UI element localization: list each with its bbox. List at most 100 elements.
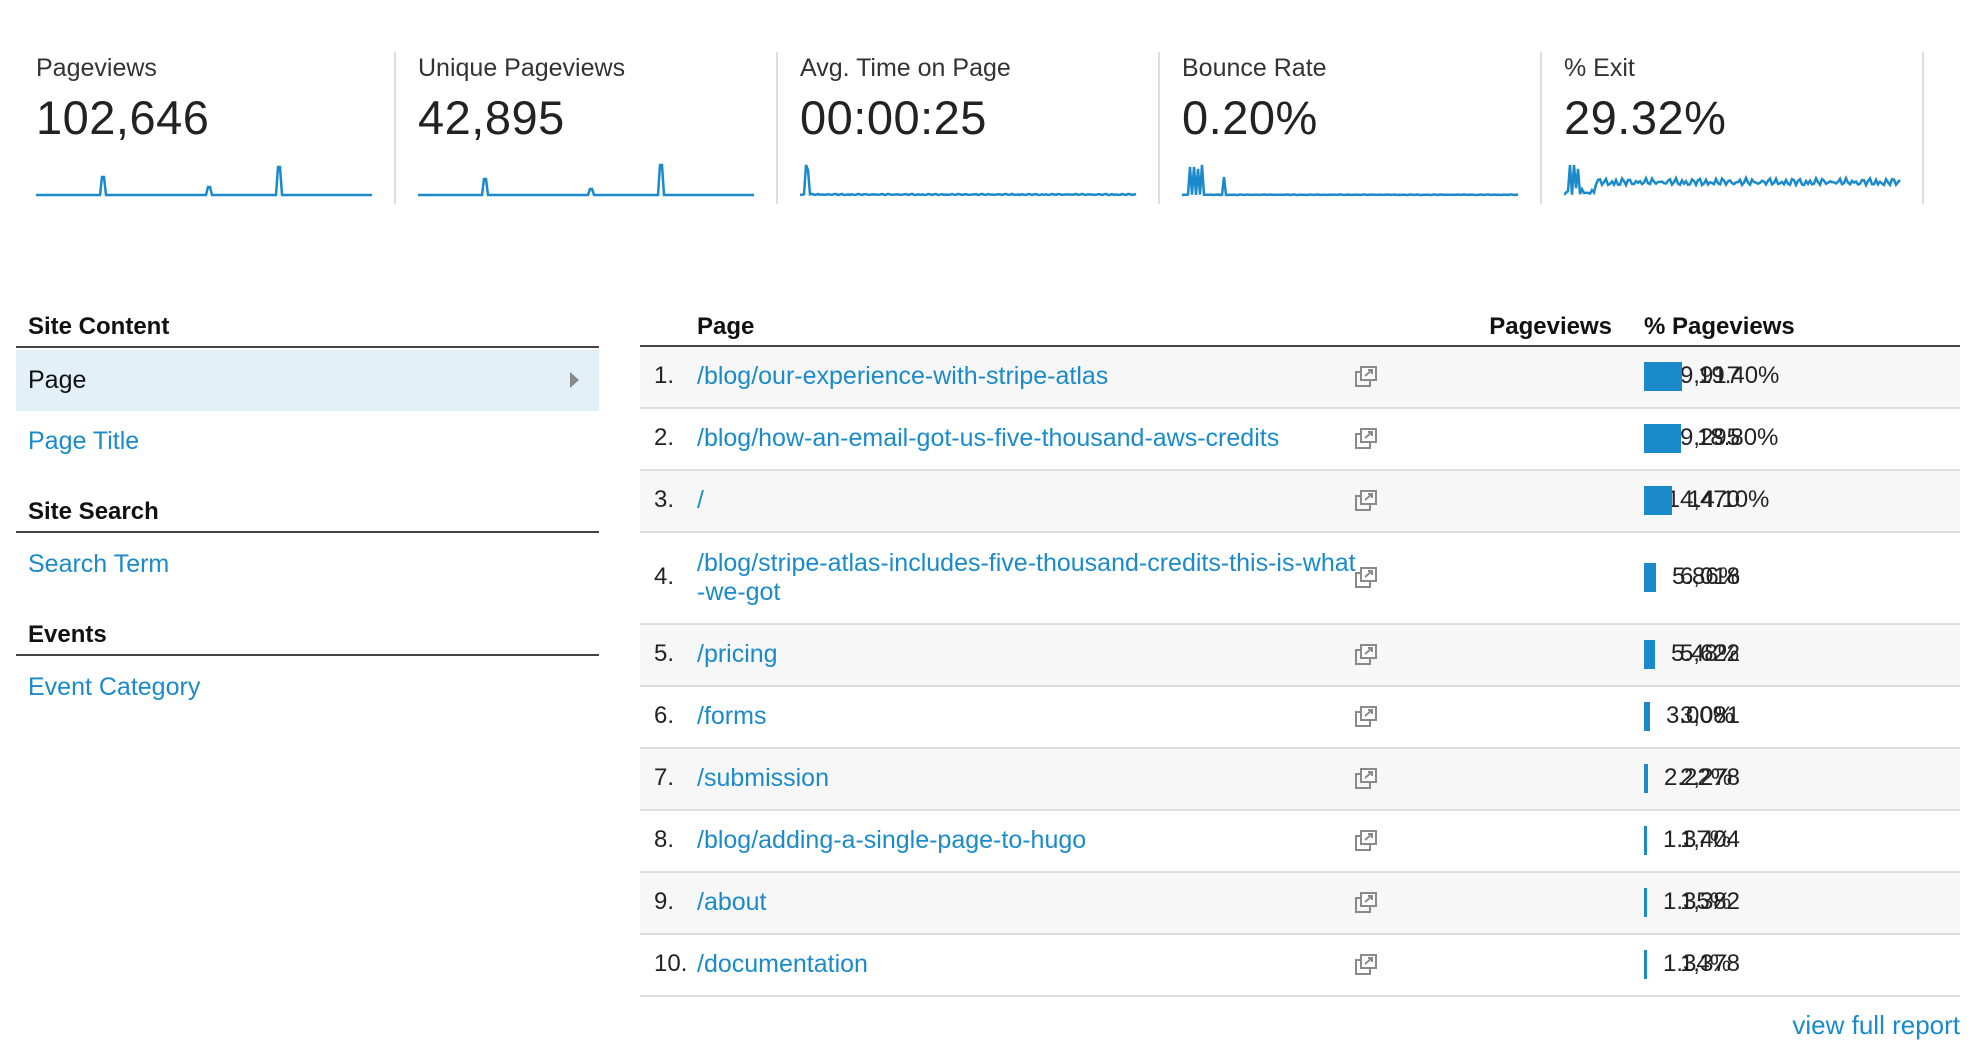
row-rank: 6. (654, 702, 675, 729)
row-rank: 4. (654, 563, 675, 590)
metric-value: 0.20% (1182, 91, 1318, 144)
metric-divider (394, 52, 396, 204)
open-in-new-window-icon[interactable] (1354, 953, 1378, 977)
nav-item-page-title[interactable]: Page Title (28, 427, 139, 456)
percent-bar (1644, 826, 1647, 855)
row-percent: 2.22% (1664, 764, 1733, 791)
page-path-link[interactable]: /blog/our-experience-with-stripe-atlas (697, 362, 1357, 391)
percent-bar (1644, 424, 1681, 453)
percent-bar (1644, 764, 1648, 793)
metric-label: Avg. Time on Page (800, 54, 1011, 82)
metric-label: % Exit (1564, 54, 1635, 82)
open-in-new-window-icon[interactable] (1354, 829, 1378, 853)
metric-value: 00:00:25 (800, 91, 987, 144)
row-rank: 5. (654, 640, 675, 667)
view-full-report-link[interactable]: view full report (1792, 1010, 1960, 1041)
table-row[interactable]: 1. /blog/our-experience-with-stripe-atlas… (640, 347, 1960, 409)
column-header-percent-pageviews[interactable]: % Pageviews (1644, 313, 1795, 341)
nav-heading-events: Events (28, 621, 107, 648)
row-rank: 7. (654, 764, 675, 791)
open-in-new-window-icon[interactable] (1354, 427, 1378, 451)
open-in-new-window-icon[interactable] (1354, 891, 1378, 915)
metric-value: 102,646 (36, 91, 210, 144)
nav-item-label: Page (28, 366, 87, 394)
metric-exit-rate[interactable]: % Exit 29.32% (1564, 48, 1924, 208)
row-percent: 18.80% (1697, 424, 1779, 451)
page-path-link[interactable]: /pricing (697, 640, 1357, 669)
metric-avg-time-on-page[interactable]: Avg. Time on Page 00:00:25 (800, 48, 1160, 208)
caret-right-icon (570, 372, 579, 388)
metric-value: 29.32% (1564, 91, 1727, 144)
page-path-link[interactable]: /about (697, 888, 1357, 917)
sparkline (36, 165, 372, 197)
table-row[interactable]: 9./about 1,382 1.35% (640, 873, 1960, 935)
table-row[interactable]: 3./14,470 14.10% (640, 471, 1960, 533)
open-in-new-window-icon[interactable] (1354, 705, 1378, 729)
nav-item-page[interactable]: Page (16, 350, 599, 411)
nav-divider (16, 531, 599, 533)
row-percent: 3.00% (1666, 702, 1735, 729)
nav-heading-site-content: Site Content (28, 313, 170, 340)
table-row[interactable]: 5./pricing 5,622 5.48% (640, 625, 1960, 687)
metric-bounce-rate[interactable]: Bounce Rate 0.20% (1182, 48, 1542, 208)
percent-bar (1644, 702, 1650, 731)
metric-divider (1540, 52, 1542, 204)
row-percent: 5.86% (1672, 563, 1741, 590)
nav-item-event-category[interactable]: Event Category (28, 673, 200, 702)
nav-heading-site-search: Site Search (28, 498, 159, 525)
row-rank: 10. (654, 950, 688, 977)
row-rank: 3. (654, 486, 675, 513)
percent-bar (1644, 486, 1672, 515)
page-path-link[interactable]: /forms (697, 702, 1357, 731)
percent-bar (1644, 362, 1682, 391)
open-in-new-window-icon[interactable] (1354, 566, 1378, 590)
page-path-link[interactable]: /blog/stripe-atlas-includes-five-thousan… (697, 549, 1357, 607)
row-percent: 5.48% (1671, 640, 1740, 667)
metric-divider (776, 52, 778, 204)
table-row[interactable]: 10./documentation 1,378 1.34% (640, 935, 1960, 997)
row-percent: 1.35% (1663, 888, 1732, 915)
column-header-pageviews[interactable]: Pageviews (1440, 313, 1612, 341)
row-rank: 8. (654, 826, 675, 853)
table-row[interactable]: 2. /blog/how-an-email-got-us-five-thousan… (640, 409, 1960, 471)
open-in-new-window-icon[interactable] (1354, 643, 1378, 667)
nav-divider (16, 346, 599, 348)
metric-unique-pageviews[interactable]: Unique Pageviews 42,895 (418, 48, 778, 208)
row-percent: 1.37% (1663, 826, 1732, 853)
percent-bar (1644, 888, 1647, 917)
metric-pageviews[interactable]: Pageviews 102,646 (36, 48, 396, 208)
nav-item-search-term[interactable]: Search Term (28, 550, 169, 579)
percent-bar (1644, 640, 1655, 669)
open-in-new-window-icon[interactable] (1354, 767, 1378, 791)
row-percent: 14.10% (1688, 486, 1770, 513)
metric-label: Bounce Rate (1182, 54, 1327, 82)
percent-bar (1644, 950, 1647, 979)
metric-label: Pageviews (36, 54, 157, 82)
page-path-link[interactable]: /submission (697, 764, 1357, 793)
metric-divider (1922, 52, 1924, 204)
table-row[interactable]: 8./blog/adding-a-single-page-to-hugo 1,40… (640, 811, 1960, 873)
page-path-link[interactable]: / (697, 486, 1357, 515)
percent-bar (1644, 563, 1656, 592)
metric-label: Unique Pageviews (418, 54, 626, 82)
table-row[interactable]: 4. /blog/stripe-atlas-includes-five-thous… (640, 533, 1960, 625)
metric-value: 42,895 (418, 91, 565, 144)
page-path-link[interactable]: /blog/adding-a-single-page-to-hugo (697, 826, 1357, 855)
sparkline (1564, 164, 1901, 196)
table-row[interactable]: 7./submission 2,278 2.22% (640, 749, 1960, 811)
sparkline (418, 163, 754, 197)
sparkline (800, 164, 1137, 197)
row-rank: 2. (654, 424, 675, 451)
sparkline (1182, 164, 1519, 197)
row-rank: 9. (654, 888, 675, 915)
open-in-new-window-icon[interactable] (1354, 365, 1378, 389)
table-row[interactable]: 6./forms 3,081 3.00% (640, 687, 1960, 749)
row-rank: 1. (654, 362, 675, 389)
nav-divider (16, 654, 599, 656)
open-in-new-window-icon[interactable] (1354, 489, 1378, 513)
page-path-link[interactable]: /documentation (697, 950, 1357, 979)
column-header-page[interactable]: Page (697, 313, 754, 341)
row-percent: 1.34% (1663, 950, 1732, 977)
page-path-link[interactable]: /blog/how-an-email-got-us-five-thousand-… (697, 424, 1357, 453)
metric-divider (1158, 52, 1160, 204)
